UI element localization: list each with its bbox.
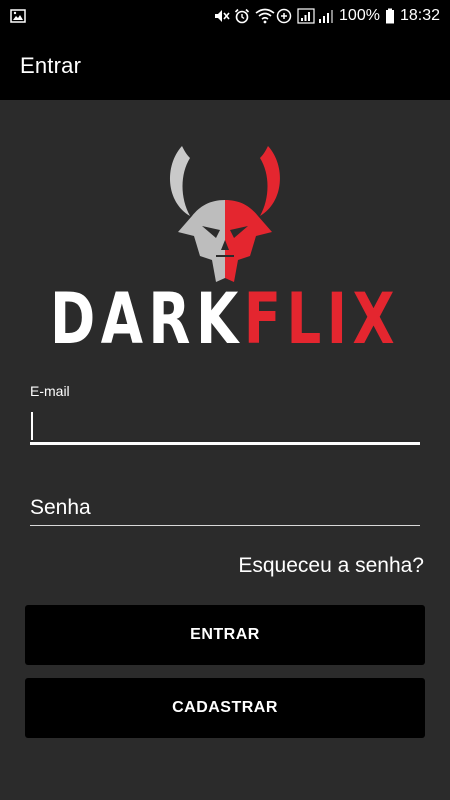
email-label: E-mail <box>30 383 70 399</box>
data-saver-icon <box>276 8 292 24</box>
image-icon <box>10 8 26 24</box>
logo-word-flix: FLIX <box>243 278 401 360</box>
register-button[interactable]: CADASTRAR <box>25 678 425 738</box>
email-field-group: E-mail <box>30 383 420 445</box>
battery-percent: 100% <box>339 7 380 24</box>
status-bar: 100% 18:32 <box>0 0 450 32</box>
logo-word-dark: DARK <box>49 278 244 360</box>
skull-logo-icon <box>170 146 280 282</box>
password-input[interactable] <box>30 490 420 526</box>
text-cursor <box>31 412 33 440</box>
forgot-password-link[interactable]: Esqueceu a senha? <box>238 554 424 578</box>
email-input[interactable] <box>30 409 420 445</box>
signal-icon <box>297 8 315 24</box>
password-field-group <box>30 490 420 526</box>
login-button[interactable]: ENTRAR <box>25 605 425 665</box>
status-right: 100% 18:32 <box>213 7 440 25</box>
clock: 18:32 <box>399 7 440 24</box>
status-left <box>10 8 26 24</box>
logo-wordmark: DARKFLIX <box>50 284 401 354</box>
alarm-icon <box>234 8 250 24</box>
page-title: Entrar <box>20 53 82 78</box>
app-bar: Entrar <box>0 32 450 100</box>
mute-icon <box>213 8 230 24</box>
app-logo: DARKFLIX <box>0 140 450 360</box>
signal-icon-2 <box>318 8 334 24</box>
battery-icon <box>385 8 395 24</box>
wifi-icon <box>255 8 275 24</box>
